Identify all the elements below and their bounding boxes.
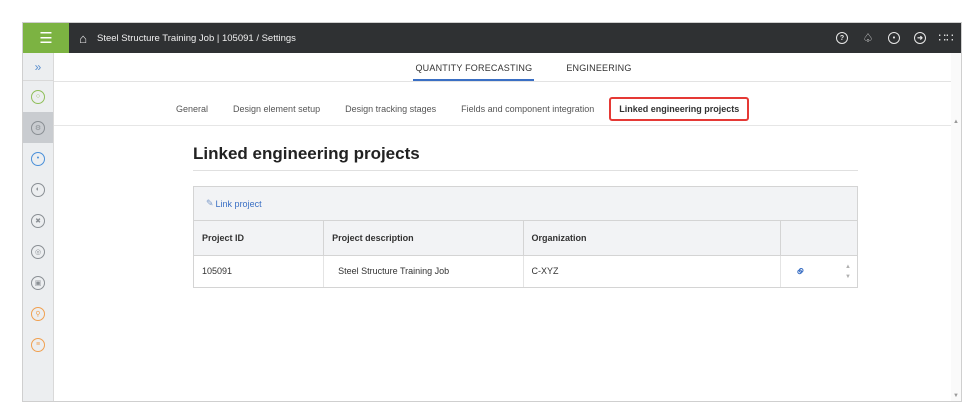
main-content: QUANTITY FORECASTING ENGINEERING General… bbox=[54, 53, 961, 401]
user-icon[interactable]: • bbox=[883, 27, 905, 49]
expand-sidebar-icon[interactable]: » bbox=[23, 53, 53, 81]
sidebar-item-document[interactable]: ▣ bbox=[23, 267, 53, 298]
page-scrollbar[interactable]: ▲ ▼ bbox=[951, 53, 961, 401]
document-icon: ▣ bbox=[31, 275, 45, 290]
tab-design-tracking-stages[interactable]: Design tracking stages bbox=[345, 104, 436, 114]
sidebar: » ○ ⚙ • ◐ ✖ ◎ ▣ ⚲ ≡ bbox=[23, 53, 54, 401]
sign-out-icon[interactable]: ➜ bbox=[909, 27, 931, 49]
link-project-button[interactable]: ✎ Link project bbox=[206, 198, 262, 209]
target-icon: • bbox=[31, 151, 45, 166]
scroll-down-icon[interactable]: ▼ bbox=[953, 393, 959, 399]
column-header-project-id[interactable]: Project ID bbox=[194, 221, 325, 256]
settings-icon: ⚙ bbox=[31, 120, 45, 135]
table-row[interactable]: 105091 Steel Structure Training Job C-XY… bbox=[194, 255, 857, 287]
sidebar-item-progress[interactable]: ◐ bbox=[23, 174, 53, 205]
table-header-row: Project ID Project description Organizat… bbox=[194, 221, 857, 256]
column-header-organization[interactable]: Organization bbox=[523, 221, 781, 256]
cell-project-id: 105091 bbox=[194, 255, 325, 287]
cell-project-description: Steel Structure Training Job bbox=[323, 255, 524, 287]
drawing-icon: ◎ bbox=[31, 244, 45, 259]
apps-grid-icon[interactable]: ∷∷ bbox=[935, 27, 957, 49]
link-project-label: Link project bbox=[215, 198, 262, 209]
sidebar-item-report[interactable]: ≡ bbox=[23, 329, 53, 360]
top-bar: ☰ ⌂ Steel Structure Training Job | 10509… bbox=[23, 23, 961, 53]
top-bar-actions: ? ♤ • ➜ ∷∷ bbox=[831, 23, 957, 53]
search-icon: ⚲ bbox=[31, 306, 45, 321]
help-icon[interactable]: ? bbox=[831, 27, 853, 49]
scroll-up-icon[interactable]: ▲ bbox=[845, 262, 851, 272]
divider bbox=[54, 125, 961, 126]
row-scrollbar[interactable]: ▲ ▼ bbox=[845, 256, 851, 288]
sidebar-item-dashboard[interactable]: ○ bbox=[23, 81, 53, 112]
tab-general[interactable]: General bbox=[176, 104, 208, 114]
tab-quantity-forecasting[interactable]: QUANTITY FORECASTING bbox=[413, 63, 535, 81]
tab-linked-engineering-projects[interactable]: Linked engineering projects bbox=[609, 97, 750, 121]
divider bbox=[193, 170, 858, 171]
bell-icon[interactable]: ♤ bbox=[857, 27, 879, 49]
linked-projects-table: Project ID Project description Organizat… bbox=[194, 221, 857, 287]
hamburger-icon: ☰ bbox=[39, 30, 53, 47]
main-tabs: QUANTITY FORECASTING ENGINEERING bbox=[54, 53, 961, 82]
scroll-down-icon[interactable]: ▼ bbox=[845, 272, 851, 282]
sidebar-item-drawing[interactable]: ◎ bbox=[23, 236, 53, 267]
cell-actions: ⚭ ▲ ▼ bbox=[780, 255, 857, 287]
settings-sub-tabs: General Design element setup Design trac… bbox=[176, 97, 750, 121]
scroll-up-icon[interactable]: ▲ bbox=[953, 119, 959, 125]
progress-icon: ◐ bbox=[31, 182, 45, 197]
tools-icon: ✖ bbox=[31, 213, 45, 228]
app-window: ☰ ⌂ Steel Structure Training Job | 10509… bbox=[22, 22, 962, 402]
link-icon[interactable]: ⚭ bbox=[790, 261, 810, 281]
dashboard-icon: ○ bbox=[31, 89, 45, 104]
sidebar-item-target[interactable]: • bbox=[23, 143, 53, 174]
column-header-project-description[interactable]: Project description bbox=[323, 221, 524, 256]
pencil-icon: ✎ bbox=[206, 198, 214, 208]
home-icon[interactable]: ⌂ bbox=[69, 31, 97, 46]
tab-design-element-setup[interactable]: Design element setup bbox=[233, 104, 320, 114]
panel-toolbar: ✎ Link project bbox=[194, 187, 857, 221]
breadcrumb[interactable]: Steel Structure Training Job | 105091 / … bbox=[97, 33, 296, 44]
report-icon: ≡ bbox=[31, 337, 45, 352]
column-header-actions bbox=[780, 221, 857, 256]
tab-fields-component-integration[interactable]: Fields and component integration bbox=[461, 104, 594, 114]
sidebar-item-search[interactable]: ⚲ bbox=[23, 298, 53, 329]
page-title: Linked engineering projects bbox=[193, 144, 420, 163]
sidebar-item-tools[interactable]: ✖ bbox=[23, 205, 53, 236]
tab-engineering[interactable]: ENGINEERING bbox=[564, 63, 633, 81]
sidebar-item-settings[interactable]: ⚙ bbox=[23, 112, 53, 143]
linked-projects-panel: ✎ Link project Project ID Project descri… bbox=[193, 186, 858, 288]
menu-button[interactable]: ☰ bbox=[23, 23, 69, 53]
cell-organization: C-XYZ bbox=[523, 255, 781, 287]
